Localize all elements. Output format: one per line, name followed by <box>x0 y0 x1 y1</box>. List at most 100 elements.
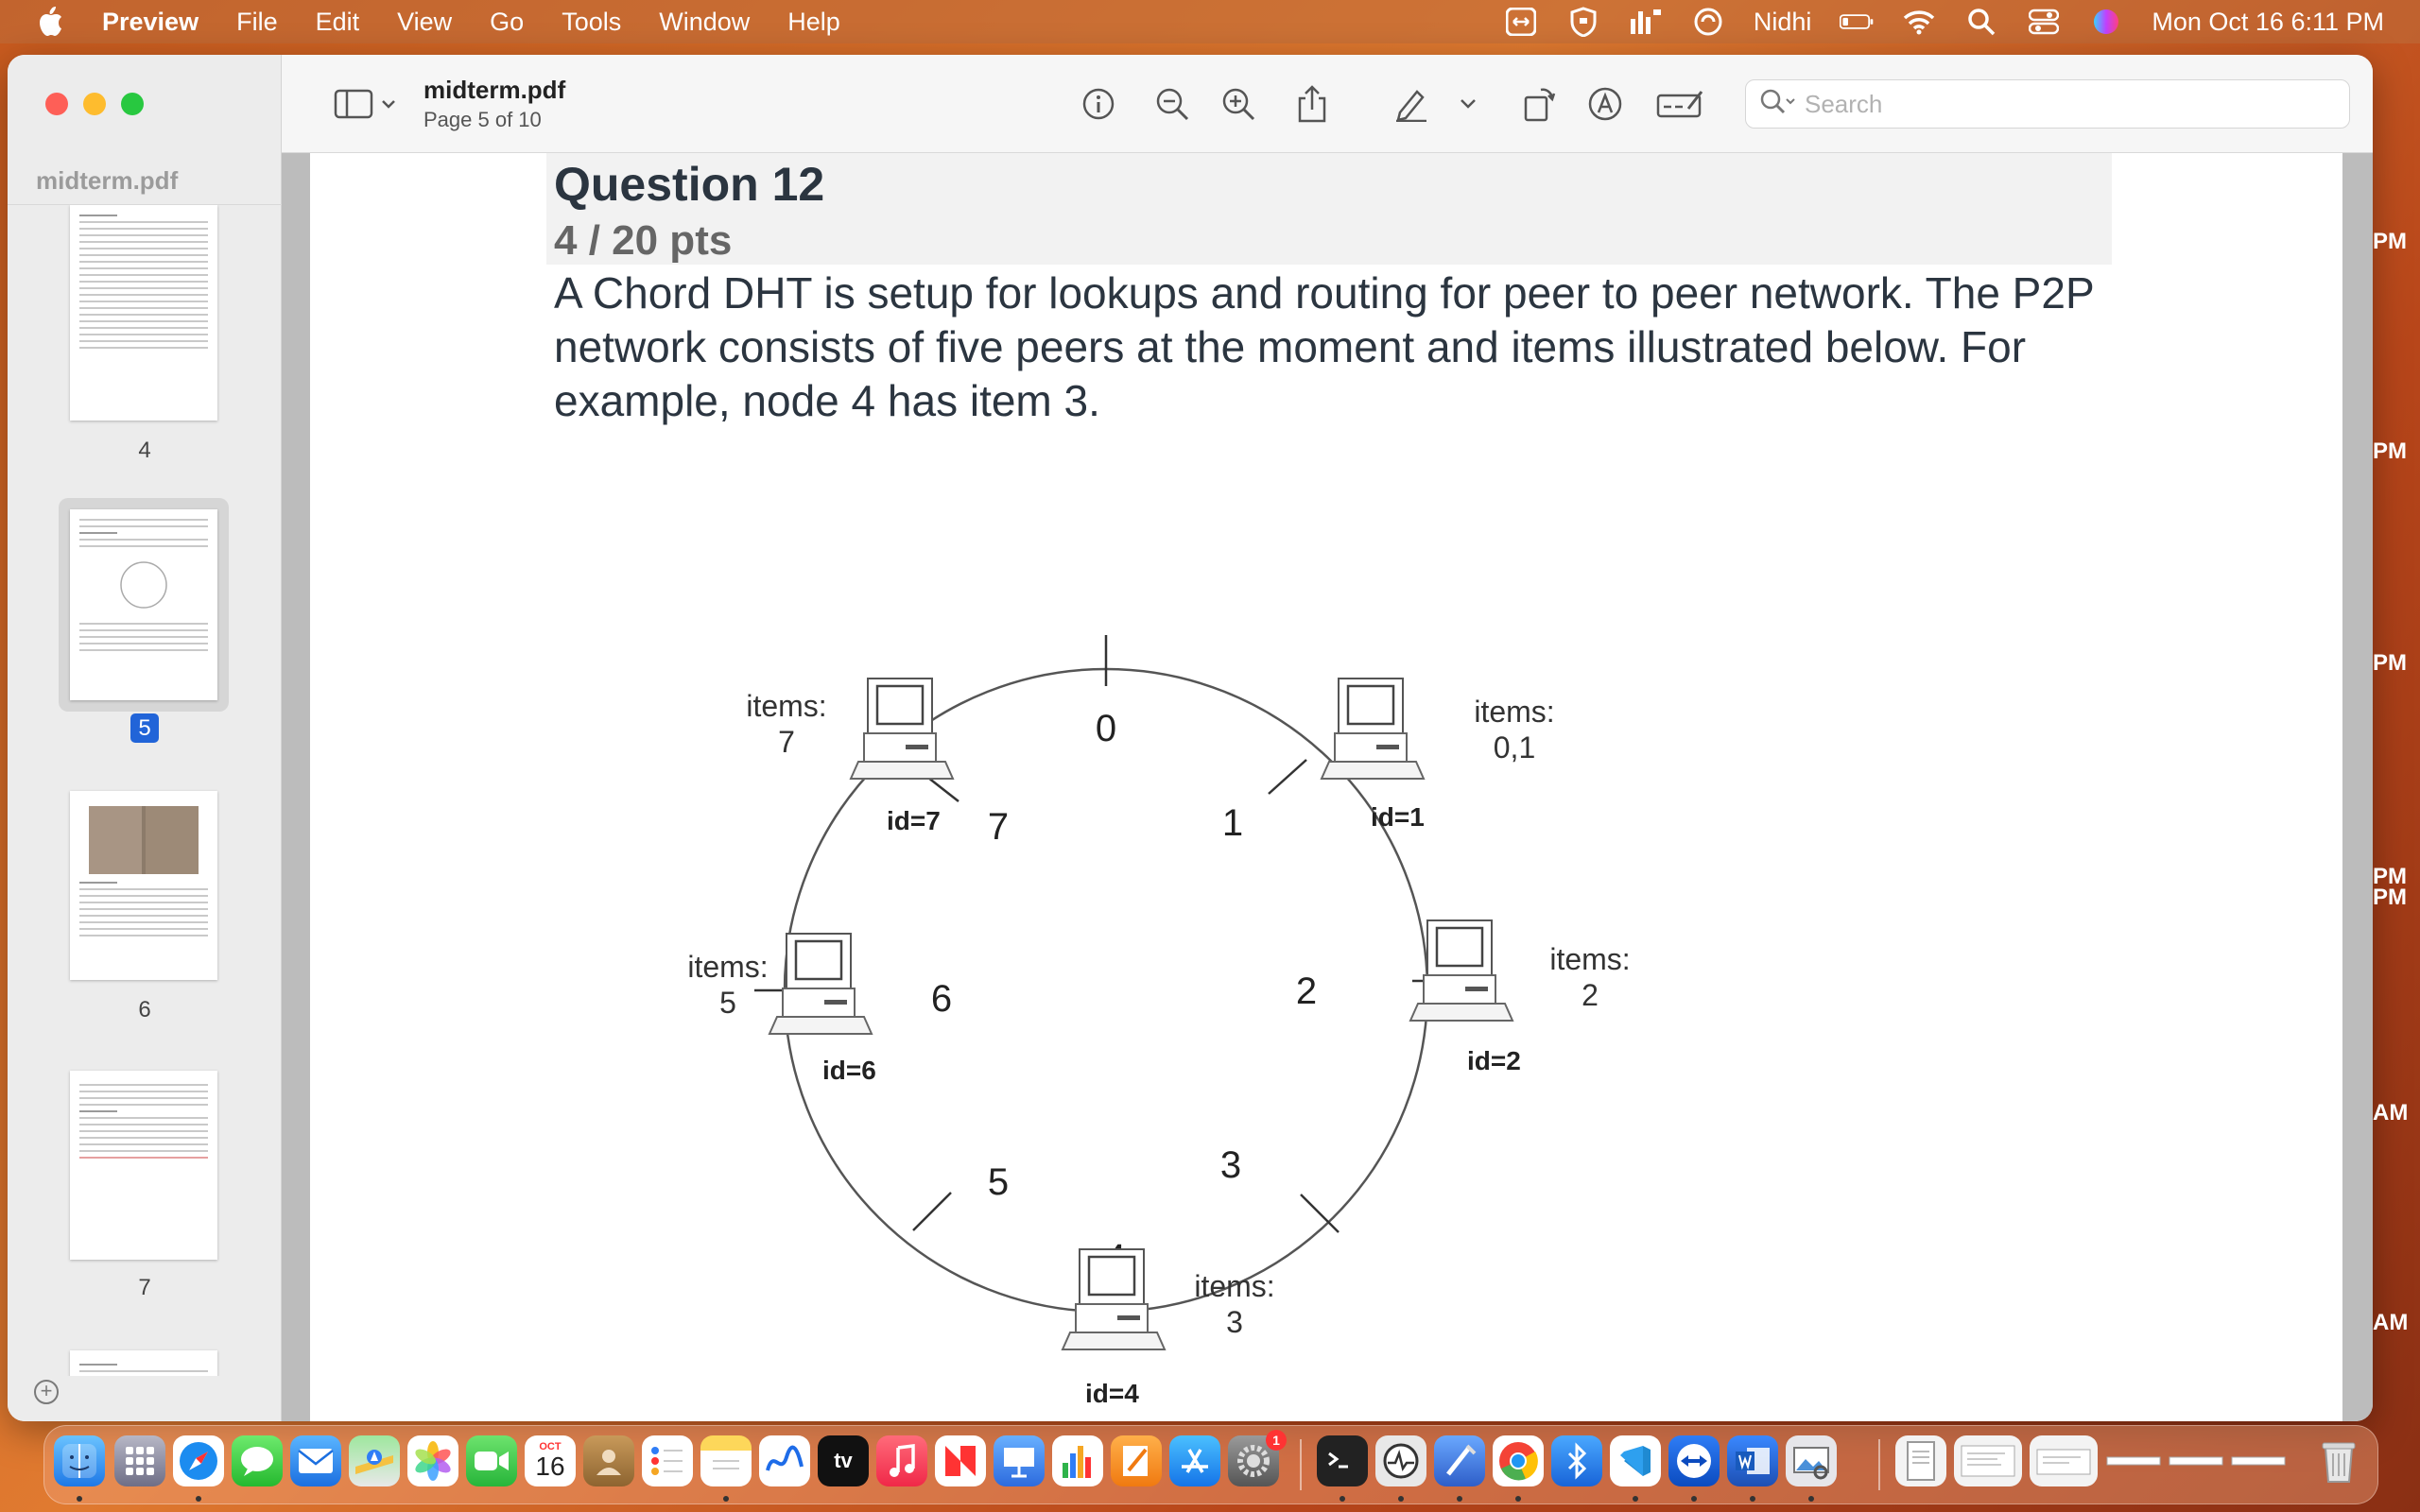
zoom-window-button[interactable] <box>121 93 144 115</box>
calendar-icon[interactable]: OCT 16 <box>525 1435 576 1486</box>
siri-icon[interactable] <box>2089 8 2123 36</box>
ring-label-0: 0 <box>1096 708 1116 749</box>
recent-window-thumbnail[interactable] <box>2030 1435 2098 1486</box>
recent-window-thumbnail[interactable] <box>2105 1435 2162 1486</box>
facetime-icon[interactable] <box>466 1435 517 1486</box>
activity-monitor-icon[interactable] <box>1375 1435 1426 1486</box>
peer-node-7: id=7 items: 7 <box>746 677 955 835</box>
apple-tv-icon[interactable]: tv <box>818 1435 869 1486</box>
add-page-button[interactable]: + <box>34 1380 59 1404</box>
freeform-icon[interactable] <box>759 1435 810 1486</box>
messages-icon[interactable] <box>232 1435 283 1486</box>
spotlight-search-icon[interactable] <box>1964 8 1998 36</box>
trash-icon[interactable] <box>2313 1435 2364 1486</box>
contacts-icon[interactable] <box>583 1435 634 1486</box>
calendar-day: 16 <box>535 1452 565 1481</box>
thumbnail-page-5[interactable] <box>70 509 217 700</box>
question-points: 4 / 20 pts <box>554 217 733 264</box>
clipped-time-label: PM <box>2373 229 2407 254</box>
menu-tools[interactable]: Tools <box>562 8 621 37</box>
screen-share-icon[interactable] <box>1504 8 1538 36</box>
node-items-value: 5 <box>719 986 736 1020</box>
launchpad-icon[interactable] <box>114 1435 165 1486</box>
running-indicator <box>1515 1496 1521 1502</box>
menubar-username[interactable]: Nidhi <box>1754 8 1812 37</box>
apple-menu-icon[interactable] <box>36 6 70 38</box>
document-view[interactable]: Question 12 4 / 20 pts A Chord DHT is se… <box>282 153 2373 1421</box>
reminders-icon[interactable] <box>642 1435 693 1486</box>
menu-window[interactable]: Window <box>659 8 750 37</box>
news-icon[interactable] <box>935 1435 986 1486</box>
thumbnail-photo <box>89 806 199 874</box>
thumbnail-page-8[interactable] <box>70 1350 217 1376</box>
system-settings-icon[interactable]: 1 <box>1228 1430 1287 1486</box>
recent-window-thumbnail[interactable] <box>2168 1435 2224 1486</box>
app-store-icon[interactable] <box>1169 1435 1220 1486</box>
ring-label-6: 6 <box>931 978 952 1020</box>
search-input[interactable] <box>1805 89 2334 119</box>
photos-icon[interactable] <box>407 1435 458 1486</box>
pages-icon[interactable] <box>1111 1435 1162 1486</box>
menu-go[interactable]: Go <box>490 8 524 37</box>
preview-icon[interactable] <box>1786 1435 1837 1486</box>
thumbnail-page-6[interactable] <box>70 791 217 980</box>
wifi-icon[interactable] <box>1902 8 1936 36</box>
xcode-icon[interactable] <box>1434 1435 1485 1486</box>
numbers-icon[interactable] <box>1052 1435 1103 1486</box>
form-fill-icon[interactable] <box>1654 83 1707 125</box>
rotate-icon[interactable] <box>1518 83 1560 125</box>
node-items-label: items: <box>687 950 768 984</box>
menu-app-name[interactable]: Preview <box>102 8 199 37</box>
menu-edit[interactable]: Edit <box>316 8 360 37</box>
minimize-window-button[interactable] <box>83 93 106 115</box>
menu-help[interactable]: Help <box>787 8 840 37</box>
maps-icon[interactable] <box>349 1435 400 1486</box>
music-icon[interactable] <box>876 1435 927 1486</box>
document-title: midterm.pdf <box>424 76 566 104</box>
mail-icon[interactable] <box>290 1435 341 1486</box>
recent-window-thumbnail[interactable] <box>2230 1435 2287 1486</box>
pdf-page: Question 12 4 / 20 pts A Chord DHT is se… <box>310 153 2342 1421</box>
share-icon[interactable] <box>1291 83 1333 125</box>
menu-file[interactable]: File <box>236 8 278 37</box>
zoom-out-icon[interactable] <box>1151 83 1193 125</box>
thumbnail-page-7[interactable] <box>70 1071 217 1260</box>
battery-icon[interactable] <box>1840 8 1874 36</box>
running-indicator <box>723 1496 729 1502</box>
zoom-in-icon[interactable] <box>1218 83 1259 125</box>
running-indicator <box>1750 1496 1755 1502</box>
sync-icon[interactable] <box>1691 8 1725 36</box>
word-icon[interactable] <box>1727 1435 1778 1486</box>
document-stack-icon[interactable] <box>1895 1435 1946 1486</box>
info-icon[interactable] <box>1078 83 1119 125</box>
search-field[interactable] <box>1745 79 2350 129</box>
keynote-icon[interactable] <box>994 1435 1045 1486</box>
control-center-icon[interactable] <box>2027 8 2061 36</box>
vscode-icon[interactable] <box>1610 1435 1661 1486</box>
notes-icon[interactable] <box>700 1435 752 1486</box>
sidebar-toggle-button[interactable] <box>333 83 399 125</box>
running-indicator <box>1457 1496 1462 1502</box>
thumbnail-page-4[interactable] <box>70 205 217 421</box>
teamviewer-icon[interactable] <box>1668 1435 1720 1486</box>
terminal-icon[interactable] <box>1317 1435 1368 1486</box>
menubar-clock[interactable]: Mon Oct 16 6:11 PM <box>2152 8 2384 37</box>
dock-separator <box>1300 1439 1302 1490</box>
shield-icon[interactable] <box>1566 7 1600 37</box>
chrome-icon[interactable] <box>1493 1435 1544 1486</box>
node-id-label: id=1 <box>1371 802 1425 832</box>
menu-view[interactable]: View <box>397 8 452 37</box>
thumbnail-list[interactable]: 4 5 6 7 <box>8 204 282 1376</box>
stats-icon[interactable] <box>1629 8 1663 36</box>
node-items-value: 7 <box>778 725 795 759</box>
bluetooth-icon[interactable] <box>1551 1435 1602 1486</box>
markup-dropdown-chevron-icon[interactable] <box>1452 83 1484 125</box>
markup-pen-icon[interactable] <box>1388 83 1435 125</box>
close-window-button[interactable] <box>45 93 68 115</box>
finder-icon[interactable] <box>54 1435 105 1486</box>
recent-window-thumbnail[interactable] <box>1954 1435 2022 1486</box>
annotate-circle-icon[interactable] <box>1584 83 1626 125</box>
clipped-time-label: PM <box>2373 438 2407 464</box>
safari-icon[interactable] <box>173 1435 224 1486</box>
thumbnail-label-6: 6 <box>138 997 151 1022</box>
